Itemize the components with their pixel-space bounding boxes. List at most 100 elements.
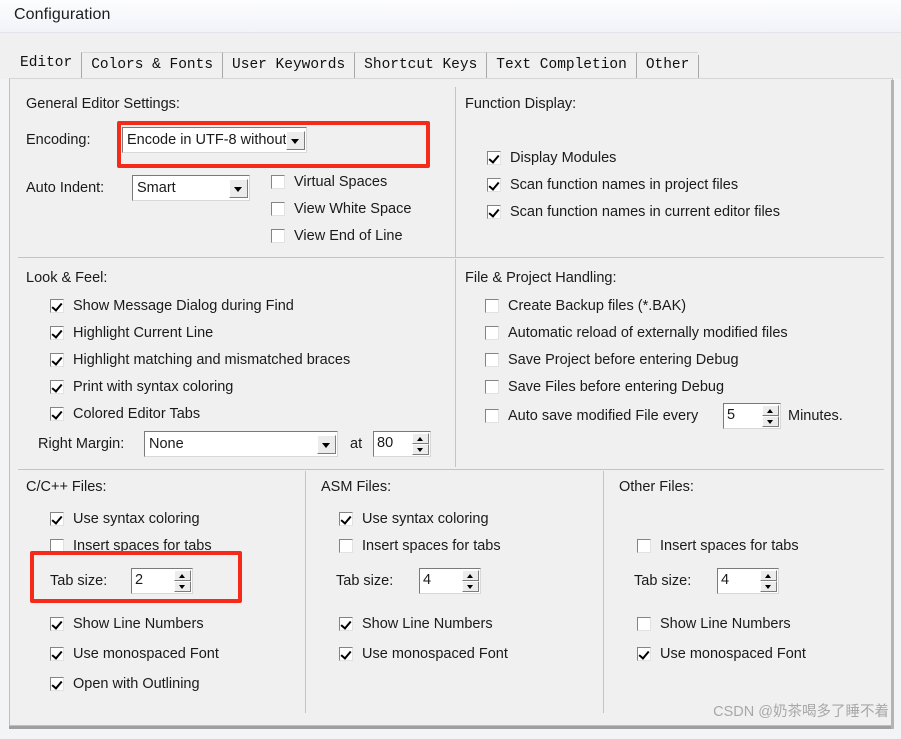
stepper-buttons	[462, 570, 479, 592]
checkbox-label: Scan function names in project files	[510, 177, 739, 193]
checkbox-view-white-space[interactable]: View White Space	[271, 201, 411, 217]
checkbox-highlight-current-line[interactable]: Highlight Current Line	[50, 325, 213, 341]
checkbox-scan-current-editor-files[interactable]: Scan function names in current editor fi…	[487, 204, 780, 220]
checkbox-box[interactable]	[487, 205, 501, 219]
checkbox-box[interactable]	[50, 539, 64, 553]
checkbox-scan-project-files[interactable]: Scan function names in project files	[487, 177, 738, 193]
right-margin-column-stepper[interactable]: 80	[373, 431, 431, 457]
checkbox-view-end-of-line[interactable]: View End of Line	[271, 228, 403, 244]
auto-save-interval-stepper[interactable]: 5	[723, 403, 781, 429]
divider-vertical-middle	[455, 259, 456, 467]
stepper-down-icon[interactable]	[762, 416, 779, 427]
checkbox-c-use-monospaced-font[interactable]: Use monospaced Font	[50, 646, 219, 662]
checkbox-box[interactable]	[485, 353, 499, 367]
checkbox-box[interactable]	[339, 512, 353, 526]
checkbox-save-project-before-debug[interactable]: Save Project before entering Debug	[485, 352, 739, 368]
chevron-down-icon[interactable]	[317, 434, 336, 454]
checkbox-asm-use-monospaced-font[interactable]: Use monospaced Font	[339, 646, 508, 662]
checkbox-highlight-braces[interactable]: Highlight matching and mismatched braces	[50, 352, 350, 368]
checkbox-c-open-with-outlining[interactable]: Open with Outlining	[50, 676, 200, 692]
checkbox-box[interactable]	[50, 677, 64, 691]
checkbox-box[interactable]	[485, 326, 499, 340]
stepper-up-icon[interactable]	[412, 433, 429, 444]
checkbox-box[interactable]	[50, 299, 64, 313]
c-tab-size-label: Tab size:	[50, 573, 108, 589]
tab-shortcut-keys[interactable]: Shortcut Keys	[354, 52, 487, 79]
checkbox-display-modules[interactable]: Display Modules	[487, 150, 616, 166]
checkbox-c-use-syntax-coloring[interactable]: Use syntax coloring	[50, 511, 200, 527]
other-tab-size-stepper[interactable]: 4	[717, 568, 779, 594]
encoding-combobox[interactable]: Encode in UTF-8 without signature	[122, 127, 307, 153]
checkbox-box[interactable]	[50, 326, 64, 340]
checkbox-c-insert-spaces-for-tabs[interactable]: Insert spaces for tabs	[50, 538, 212, 554]
stepper-down-icon[interactable]	[760, 581, 777, 592]
checkbox-asm-insert-spaces-for-tabs[interactable]: Insert spaces for tabs	[339, 538, 501, 554]
checkbox-box[interactable]	[271, 229, 285, 243]
checkbox-box[interactable]	[271, 175, 285, 189]
checkbox-box[interactable]	[485, 299, 499, 313]
checkbox-box[interactable]	[50, 407, 64, 421]
checkbox-box[interactable]	[485, 380, 499, 394]
checkbox-box[interactable]	[50, 380, 64, 394]
checkbox-box[interactable]	[50, 512, 64, 526]
dialog-shadow-bottom	[9, 726, 893, 729]
checkbox-other-show-line-numbers[interactable]: Show Line Numbers	[637, 616, 791, 632]
stepper-down-icon[interactable]	[174, 581, 191, 592]
checkbox-label: Virtual Spaces	[294, 174, 388, 190]
checkbox-other-insert-spaces-for-tabs[interactable]: Insert spaces for tabs	[637, 538, 799, 554]
checkbox-colored-editor-tabs[interactable]: Colored Editor Tabs	[50, 406, 200, 422]
checkbox-box[interactable]	[339, 539, 353, 553]
checkbox-box[interactable]	[487, 178, 501, 192]
checkbox-label: Save Files before entering Debug	[508, 379, 725, 395]
checkbox-label: Use monospaced Font	[362, 646, 508, 662]
checkbox-automatic-reload[interactable]: Automatic reload of externally modified …	[485, 325, 788, 341]
checkbox-box[interactable]	[485, 409, 499, 423]
checkbox-box[interactable]	[339, 617, 353, 631]
checkbox-box[interactable]	[50, 353, 64, 367]
tab-label: User Keywords	[232, 57, 346, 73]
checkbox-asm-use-syntax-coloring[interactable]: Use syntax coloring	[339, 511, 489, 527]
checkbox-print-syntax-coloring[interactable]: Print with syntax coloring	[50, 379, 233, 395]
auto-indent-combobox[interactable]: Smart	[132, 175, 250, 201]
stepper-up-icon[interactable]	[762, 405, 779, 416]
stepper-up-icon[interactable]	[174, 570, 191, 581]
asm-tab-size-stepper[interactable]: 4	[419, 568, 481, 594]
checkbox-box[interactable]	[637, 647, 651, 661]
chevron-down-icon[interactable]	[286, 130, 305, 150]
tab-other[interactable]: Other	[635, 52, 699, 79]
checkbox-c-show-line-numbers[interactable]: Show Line Numbers	[50, 616, 204, 632]
function-display-title: Function Display:	[465, 96, 577, 112]
checkbox-label: Use syntax coloring	[73, 511, 200, 527]
checkbox-show-message-dialog[interactable]: Show Message Dialog during Find	[50, 298, 294, 314]
tab-strip-filler	[698, 55, 708, 79]
checkbox-virtual-spaces[interactable]: Virtual Spaces	[271, 174, 387, 190]
stepper-up-icon[interactable]	[462, 570, 479, 581]
title-bar: Configuration	[0, 0, 901, 33]
stepper-up-icon[interactable]	[760, 570, 777, 581]
stepper-down-icon[interactable]	[412, 444, 429, 455]
checkbox-box[interactable]	[50, 617, 64, 631]
tab-label: Other	[645, 57, 690, 73]
checkbox-box[interactable]	[637, 617, 651, 631]
checkbox-save-files-before-debug[interactable]: Save Files before entering Debug	[485, 379, 724, 395]
stepper-down-icon[interactable]	[462, 581, 479, 592]
tab-label: Text Completion	[496, 57, 627, 73]
tab-colors-and-fonts[interactable]: Colors & Fonts	[81, 52, 223, 79]
c-tab-size-stepper[interactable]: 2	[131, 568, 193, 594]
checkbox-box[interactable]	[637, 539, 651, 553]
checkbox-box[interactable]	[50, 647, 64, 661]
tab-user-keywords[interactable]: User Keywords	[222, 52, 355, 79]
checkbox-box[interactable]	[271, 202, 285, 216]
checkbox-auto-save-modified-file[interactable]: Auto save modified File every	[485, 408, 698, 424]
checkbox-create-backup-files[interactable]: Create Backup files (*.BAK)	[485, 298, 686, 314]
tab-text-completion[interactable]: Text Completion	[486, 52, 636, 79]
checkbox-label: View White Space	[294, 201, 412, 217]
checkbox-box[interactable]	[339, 647, 353, 661]
chevron-down-icon[interactable]	[229, 178, 248, 198]
checkbox-label: Highlight Current Line	[73, 325, 214, 341]
right-margin-combobox[interactable]: None	[144, 431, 338, 457]
tab-editor[interactable]: Editor	[10, 51, 82, 79]
checkbox-other-use-monospaced-font[interactable]: Use monospaced Font	[637, 646, 806, 662]
checkbox-box[interactable]	[487, 151, 501, 165]
checkbox-asm-show-line-numbers[interactable]: Show Line Numbers	[339, 616, 493, 632]
